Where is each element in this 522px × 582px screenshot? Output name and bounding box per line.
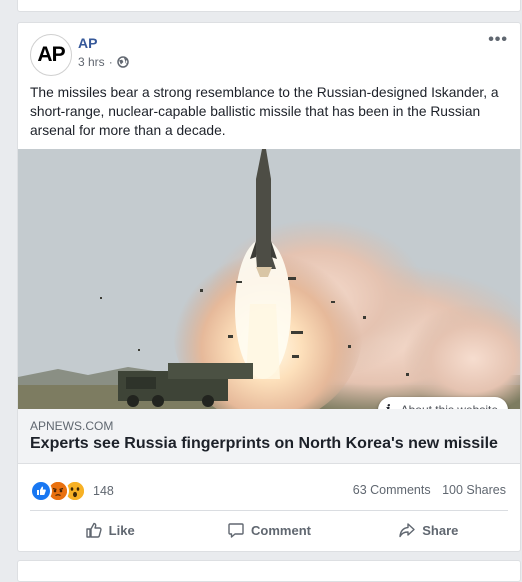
engagement-counts: 63 Comments 100 Shares — [353, 483, 506, 497]
next-post-card — [17, 560, 521, 582]
post-actions-bar: Like Comment Share — [30, 513, 508, 547]
meta-separator: · — [108, 55, 113, 69]
comments-count-link[interactable]: 63 Comments — [353, 483, 431, 497]
share-button[interactable]: Share — [349, 513, 508, 547]
like-button[interactable]: Like — [30, 513, 189, 547]
link-preview-image[interactable] — [18, 149, 520, 409]
like-label: Like — [108, 522, 135, 538]
shares-count-link[interactable]: 100 Shares — [442, 483, 506, 497]
actions-divider — [30, 510, 508, 511]
reaction-count: 148 — [93, 484, 114, 498]
reactions-summary[interactable]: 148 — [30, 480, 114, 502]
share-label: Share — [422, 522, 459, 538]
previous-post-card — [17, 0, 521, 12]
comment-button[interactable]: Comment — [189, 513, 348, 547]
link-domain: APNEWS.COM — [30, 419, 114, 433]
globe-icon[interactable] — [116, 56, 129, 68]
link-preview-box[interactable]: APNEWS.COM Experts see Russia fingerprin… — [18, 409, 520, 464]
avatar-logo-text: AP — [37, 43, 65, 66]
thumbs-up-icon — [85, 522, 102, 538]
post-timestamp[interactable]: 3 hrs — [78, 55, 105, 69]
page-avatar[interactable]: AP — [30, 34, 72, 76]
comment-label: Comment — [251, 522, 311, 538]
link-title[interactable]: Experts see Russia fingerprints on North… — [30, 435, 498, 453]
post-card: AP AP 3 hrs · ••• The missiles bear a st… — [17, 22, 521, 552]
post-text: The missiles bear a strong resemblance t… — [30, 85, 499, 138]
like-reaction-icon — [30, 480, 52, 502]
page-name-link[interactable]: AP — [78, 35, 97, 51]
share-arrow-icon — [399, 523, 415, 538]
more-options-button[interactable]: ••• — [488, 31, 508, 49]
post-meta: 3 hrs · — [78, 55, 129, 69]
comment-icon — [228, 523, 244, 538]
